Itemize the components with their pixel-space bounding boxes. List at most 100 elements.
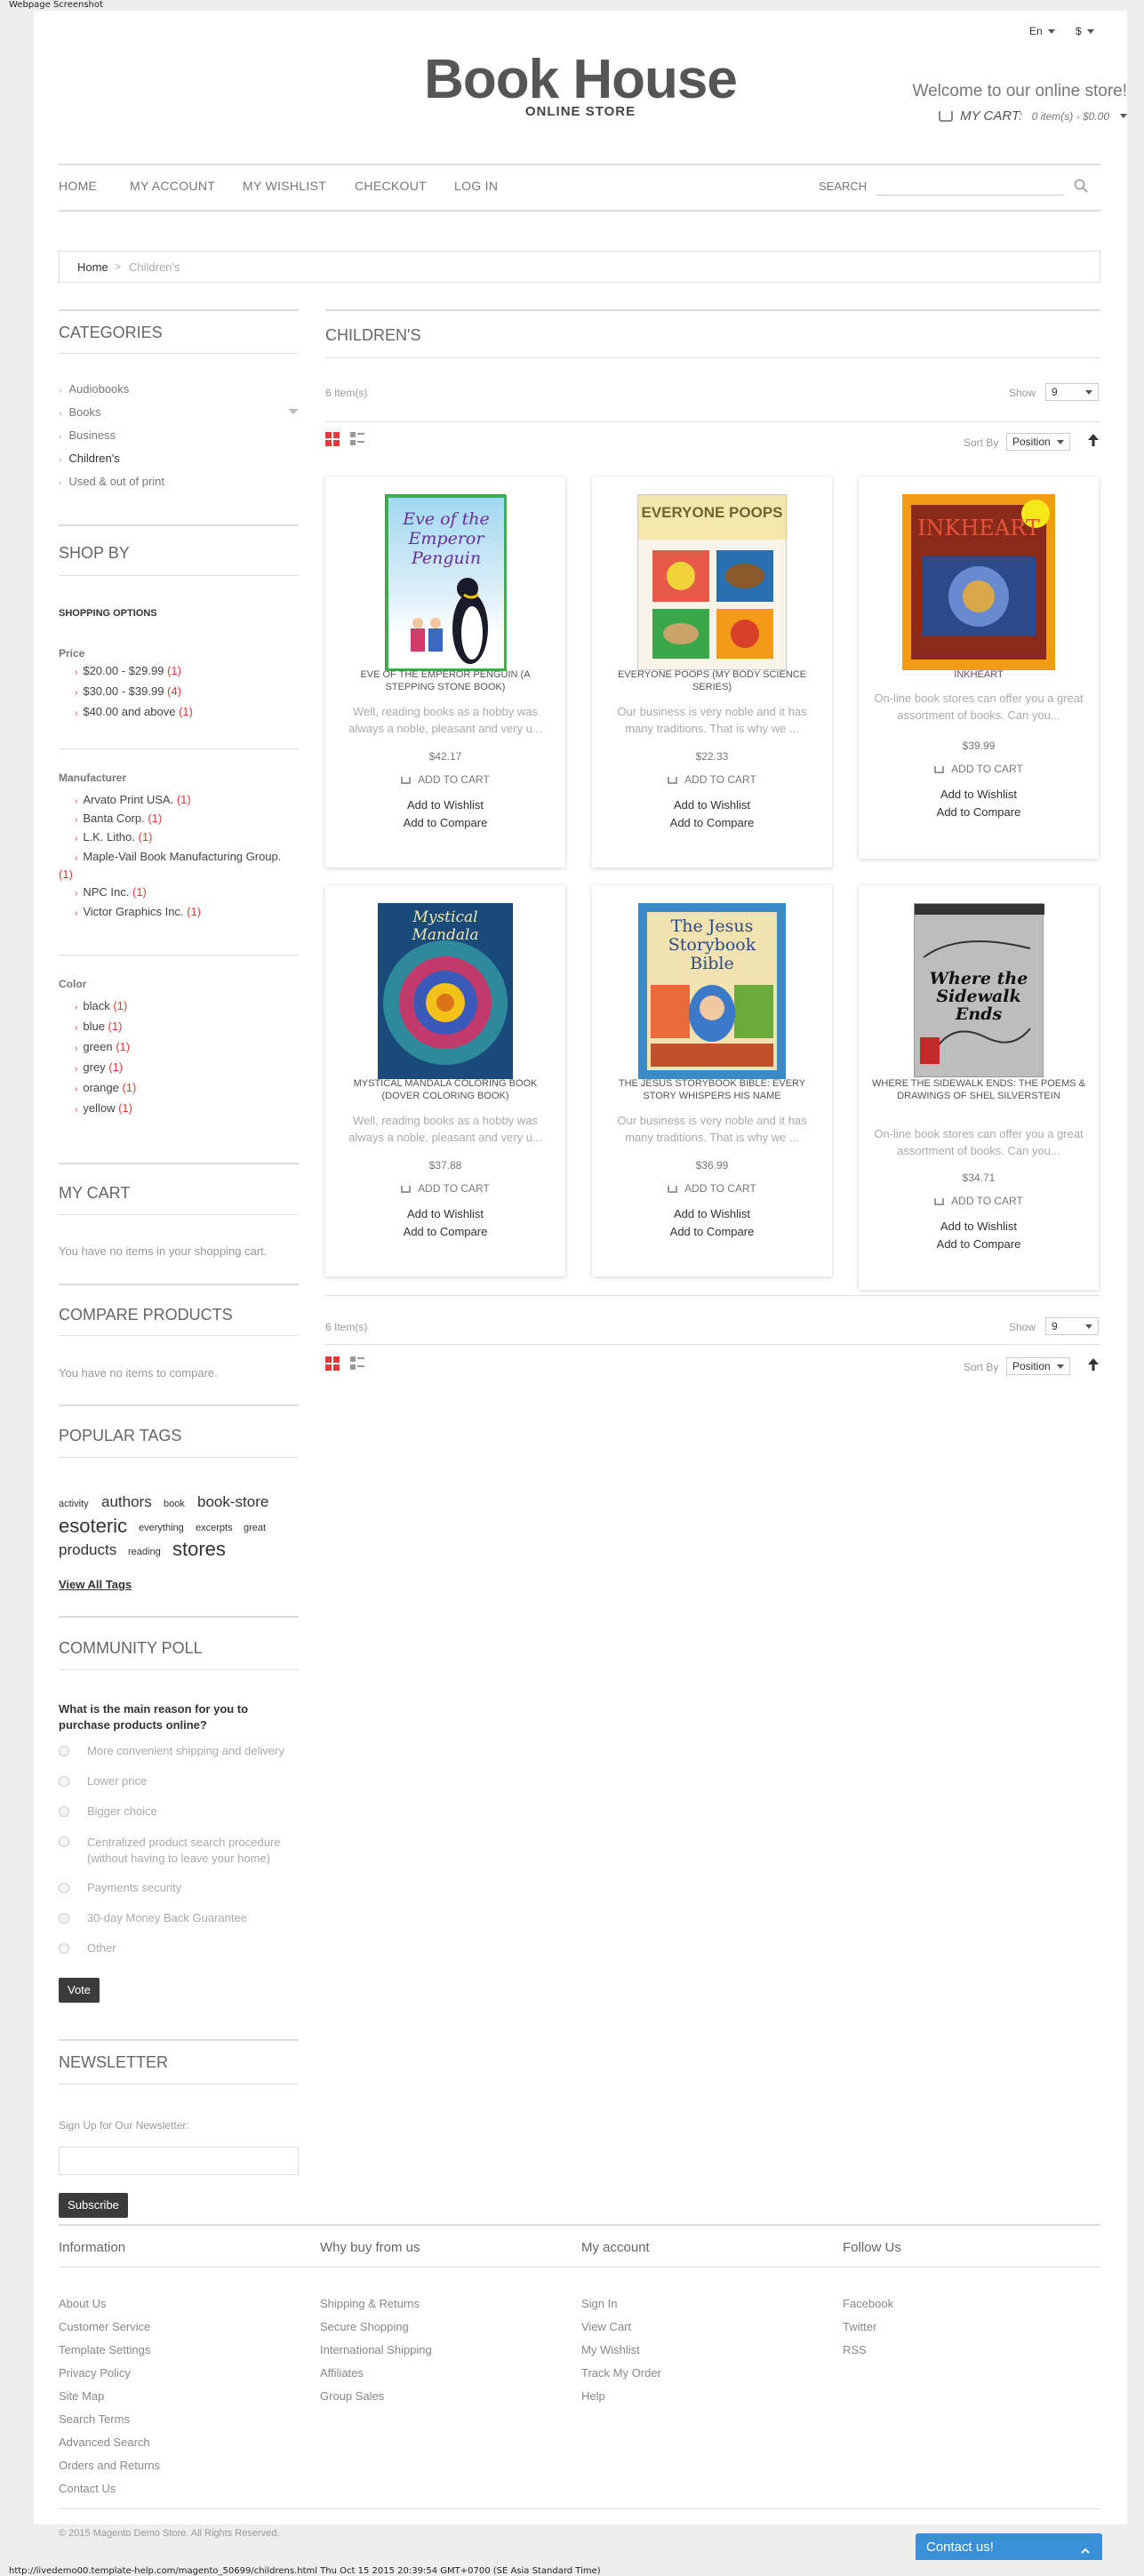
add-to-cart-button[interactable]: ADD TO CART [859,763,1099,775]
tag-link[interactable]: products [59,1541,116,1559]
list-view-icon[interactable] [350,1356,364,1375]
footer-link[interactable]: RSS [843,2343,867,2356]
footer-link[interactable]: Track My Order [581,2366,661,2380]
product-image[interactable]: INKHEART [902,494,1055,670]
product-card[interactable]: Eve of the Emperor Penguin EVE OF THE EM… [325,476,565,868]
nav-my-wishlist[interactable]: MY WISHLIST [243,179,326,193]
price-option[interactable]: › $20.00 - $29.99 (1) [75,664,181,677]
vote-button[interactable]: Vote [59,1978,100,2003]
contact-us-widget[interactable]: Contact us! [916,2533,1102,2560]
limiter-select[interactable]: 9 [1045,1317,1099,1335]
add-to-compare-link[interactable]: Add to Compare [325,1225,565,1238]
nav-log-in[interactable]: LOG IN [454,179,498,193]
list-view-icon[interactable] [350,432,364,451]
footer-link[interactable]: Site Map [59,2389,104,2403]
tag-link[interactable]: excerpts [196,1523,233,1533]
product-name[interactable]: THE JESUS STORYBOOK BIBLE: EVERY STORY W… [604,1077,820,1102]
footer-link[interactable]: Template Settings [59,2343,150,2356]
poll-radio[interactable] [59,1746,69,1756]
product-name[interactable]: MYSTICAL MANDALA COLORING BOOK (DOVER CO… [338,1077,553,1102]
footer-link[interactable]: Advanced Search [59,2436,150,2449]
tag-link[interactable]: authors [101,1493,152,1511]
footer-link[interactable]: Twitter [843,2320,876,2333]
product-image[interactable]: Eve of the Emperor Penguin [385,494,507,671]
sort-direction-icon[interactable] [1088,434,1099,451]
manufacturer-option[interactable]: › Arvato Print USA. (1) [75,793,191,806]
manufacturer-option[interactable]: › Maple-Vail Book Manufacturing Group. (1) [59,849,297,883]
sort-by-select[interactable]: Position [1006,1357,1070,1375]
footer-link[interactable]: Facebook [843,2297,893,2310]
add-to-cart-button[interactable]: ADD TO CART [325,773,565,786]
product-card[interactable]: EVERYONE POOPS EVERYONE POOPS (MY BODY S… [592,476,832,868]
sort-by-select[interactable]: Position [1006,433,1070,451]
color-option[interactable]: › blue (1) [75,1020,122,1033]
add-to-wishlist-link[interactable]: Add to Wishlist [859,788,1099,801]
add-to-compare-link[interactable]: Add to Compare [592,816,832,829]
tag-link[interactable]: esoteric [59,1515,127,1538]
grid-view-icon[interactable] [325,432,340,451]
footer-link[interactable]: Privacy Policy [59,2366,131,2380]
product-card[interactable]: The Jesus Storybook Bible THE JESUS STOR… [592,885,832,1276]
product-image[interactable]: Mystical Mandala [378,903,513,1079]
color-option[interactable]: › grey (1) [75,1060,123,1074]
currency-switcher[interactable]: $ [1076,25,1094,37]
nav-home[interactable]: HOME [59,179,97,193]
add-to-wishlist-link[interactable]: Add to Wishlist [325,1207,565,1220]
add-to-compare-link[interactable]: Add to Compare [592,1225,832,1238]
product-name[interactable]: EVERYONE POOPS (MY BODY SCIENCE SERIES) [604,668,820,693]
product-image[interactable]: EVERYONE POOPS [637,494,788,670]
add-to-cart-button[interactable]: ADD TO CART [325,1182,565,1195]
manufacturer-option[interactable]: › L.K. Litho. (1) [75,830,152,844]
product-name[interactable]: WHERE THE SIDEWALK ENDS: THE POEMS & DRA… [871,1077,1086,1102]
add-to-wishlist-link[interactable]: Add to Wishlist [592,798,832,812]
footer-link[interactable]: My Wishlist [581,2343,640,2356]
tag-link[interactable]: everything [139,1523,184,1533]
expand-books-icon[interactable] [288,409,299,414]
product-image[interactable]: Where the Sidewalk Ends [914,903,1044,1077]
category-audiobooks[interactable]: › Audiobooks [59,382,129,396]
color-option[interactable]: › black (1) [75,999,127,1012]
price-option[interactable]: › $40.00 and above (1) [75,705,193,718]
product-card[interactable]: Where the Sidewalk Ends WHERE THE SIDEWA… [859,885,1099,1290]
footer-link[interactable]: Sign In [581,2297,617,2310]
limiter-select[interactable]: 9 [1045,383,1099,401]
category-used-out-of-print[interactable]: › Used & out of print [59,475,164,488]
sort-direction-icon[interactable] [1088,1358,1099,1375]
tag-link[interactable]: stores [172,1538,226,1561]
product-card[interactable]: INKHEART INKHEART On-line book stores ca… [859,476,1099,859]
view-all-tags-link[interactable]: View All Tags [59,1578,132,1591]
poll-radio[interactable] [59,1806,69,1817]
footer-link[interactable]: Affiliates [320,2366,364,2380]
footer-link[interactable]: Secure Shopping [320,2320,409,2333]
tag-link[interactable]: book [164,1499,185,1509]
product-image[interactable]: The Jesus Storybook Bible [638,903,786,1079]
manufacturer-option[interactable]: › NPC Inc. (1) [75,885,147,899]
product-card[interactable]: Mystical Mandala MYSTICAL MANDALA COLORI… [325,885,565,1276]
poll-radio[interactable] [59,1776,69,1787]
footer-link[interactable]: View Cart [581,2320,631,2333]
nav-my-account[interactable]: MY ACCOUNT [130,179,215,193]
search-input[interactable] [876,178,1063,196]
footer-link[interactable]: Shipping & Returns [320,2297,420,2310]
category-business[interactable]: › Business [59,428,116,442]
add-to-wishlist-link[interactable]: Add to Wishlist [592,1207,832,1220]
product-name[interactable]: INKHEART [871,668,1086,681]
header-cart[interactable]: MY CART: 0 item(s) - $0.00 [896,108,1127,124]
tag-link[interactable]: great [244,1523,266,1533]
add-to-compare-link[interactable]: Add to Compare [325,816,565,829]
color-option[interactable]: › orange (1) [75,1081,136,1094]
add-to-cart-button[interactable]: ADD TO CART [592,1182,832,1195]
newsletter-email-input[interactable] [59,2147,299,2175]
footer-link[interactable]: Help [581,2389,605,2403]
footer-link[interactable]: Customer Service [59,2320,150,2333]
footer-link[interactable]: Search Terms [59,2412,130,2426]
poll-radio[interactable] [59,1943,69,1954]
tag-link[interactable]: book-store [197,1493,268,1511]
manufacturer-option[interactable]: › Victor Graphics Inc. (1) [75,905,201,918]
add-to-compare-link[interactable]: Add to Compare [859,1237,1099,1251]
tag-link[interactable]: reading [128,1547,161,1557]
poll-radio[interactable] [59,1913,69,1924]
add-to-wishlist-link[interactable]: Add to Wishlist [325,798,565,812]
category-books[interactable]: › Books [59,405,100,419]
add-to-wishlist-link[interactable]: Add to Wishlist [859,1220,1099,1233]
